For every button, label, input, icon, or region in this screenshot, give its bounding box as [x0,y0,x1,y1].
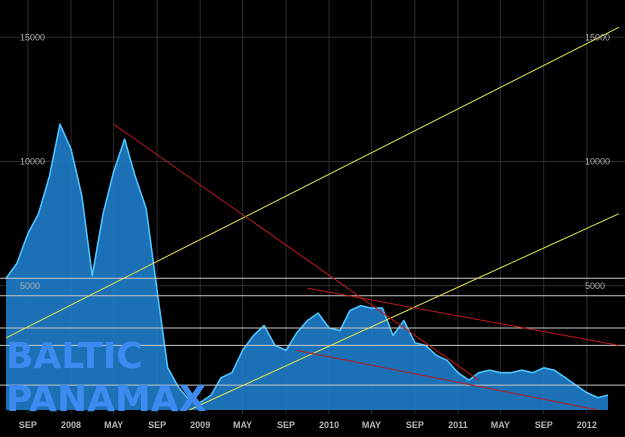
x-tick-label: MAY [104,420,123,430]
watermark-line-2: PANAMAX [6,379,207,420]
y-tick-label-left: 5000 [20,281,40,291]
y-tick-label-right: 15000 [585,32,610,42]
x-tick-label: SEP [148,420,166,430]
x-tick-label: 2012 [577,420,597,430]
x-tick-label: 2009 [190,420,210,430]
x-tick-label: SEP [406,420,424,430]
y-tick-label-left: 15000 [20,32,45,42]
y-tick-label-right: 10000 [585,157,610,167]
x-tick-label: 2008 [61,420,81,430]
x-tick-label: MAY [491,420,510,430]
x-tick-label: SEP [277,420,295,430]
chart: 15000 15000 10000 10000 5000 5000 SEP 2008 MAY S… [0,0,625,437]
y-tick-label-right: 5000 [585,281,605,291]
x-tick-label: 2011 [448,420,468,430]
x-tick-label: SEP [535,420,553,430]
x-tick-label: SEP [19,420,37,430]
watermark-line-1: BALTIC [6,336,143,377]
x-tick-label: 2010 [319,420,339,430]
x-tick-label: MAY [233,420,252,430]
x-tick-label: MAY [362,420,381,430]
y-tick-label-left: 10000 [20,157,45,167]
